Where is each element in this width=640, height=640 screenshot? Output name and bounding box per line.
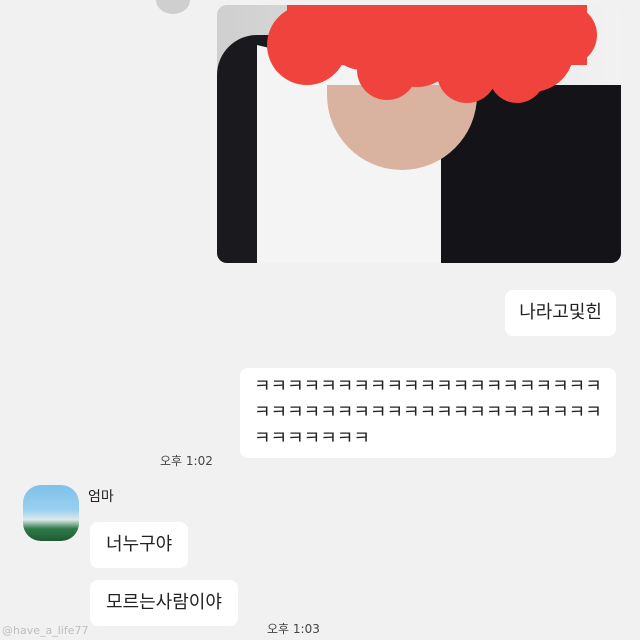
received-timestamp: 오후 1:03 bbox=[267, 622, 320, 636]
sent-message-bubble-laughter[interactable]: ㅋㅋㅋㅋㅋㅋㅋㅋㅋㅋㅋㅋㅋㅋㅋㅋㅋㅋㅋㅋㅋㅋㅋㅋㅋㅋㅋㅋㅋㅋㅋㅋㅋㅋㅋㅋㅋㅋㅋㅋ… bbox=[240, 368, 616, 458]
shared-photo[interactable] bbox=[217, 5, 621, 263]
sent-message-bubble[interactable]: 나라고및힌 bbox=[505, 290, 616, 336]
sender-avatar[interactable] bbox=[23, 485, 79, 541]
received-message-bubble[interactable]: 모르는사람이야 bbox=[90, 580, 238, 626]
previous-sender-avatar[interactable] bbox=[156, 0, 190, 14]
received-message-bubble[interactable]: 너누구야 bbox=[90, 522, 189, 568]
watermark: @have_a_life77 bbox=[2, 624, 89, 637]
red-redaction-scribble bbox=[267, 5, 597, 103]
sent-timestamp: 오후 1:02 bbox=[160, 454, 213, 468]
sender-name: 엄마 bbox=[88, 489, 114, 505]
